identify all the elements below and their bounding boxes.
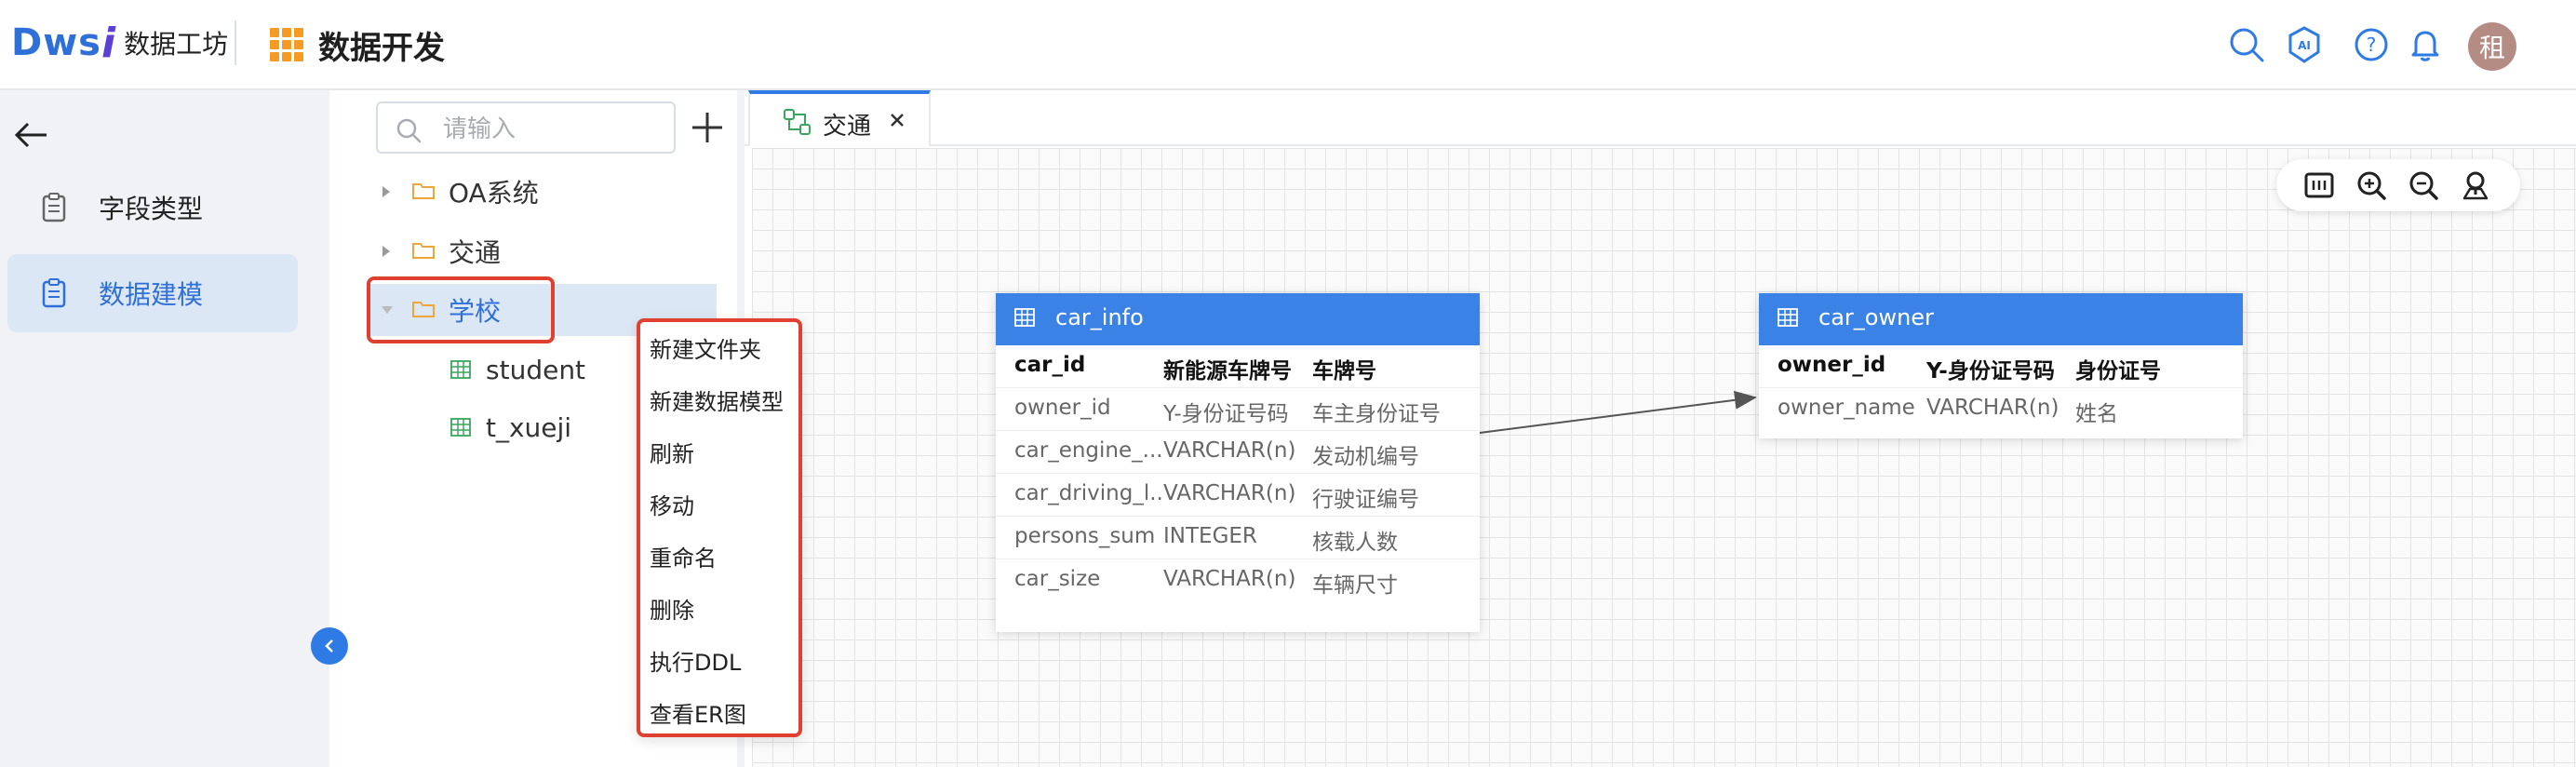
clipboard-icon xyxy=(42,193,66,222)
er-col-comment: 身份证号 xyxy=(2075,359,2161,384)
search-icon xyxy=(396,118,422,143)
menu-item-new-model[interactable]: 新建数据模型 xyxy=(650,384,784,421)
svg-text:?: ? xyxy=(2367,34,2377,56)
er-col-type: VARCHAR(n) xyxy=(1163,481,1296,505)
er-col-name: car_driving_l... xyxy=(1014,481,1163,505)
nav-item-label: 数据建模 xyxy=(99,279,204,310)
user-avatar[interactable]: 租 xyxy=(2468,22,2516,71)
er-canvas-area: 交通 car_info car_id 新能源车牌号 车牌号 owner_id Y… xyxy=(745,90,2576,767)
menu-item-execute-ddl[interactable]: 执行DDL xyxy=(650,644,741,681)
svg-text:AI: AI xyxy=(2298,39,2311,52)
app-header: Dws i 数据工坊 数据开发 AI ? 租 xyxy=(0,0,2576,90)
er-row-primary-key: owner_id Y-身份证号码 身份证号 xyxy=(1759,345,2243,388)
caret-right-icon[interactable] xyxy=(380,244,393,259)
module-title: 数据开发 xyxy=(318,30,445,67)
er-col-comment: 车主身份证号 xyxy=(1312,402,1441,426)
grid-apps-icon[interactable] xyxy=(270,28,303,61)
er-col-comment: 发动机编号 xyxy=(1312,445,1419,469)
er-col-type: VARCHAR(n) xyxy=(1163,438,1296,463)
er-row: car_size VARCHAR(n) 车辆尺寸 xyxy=(996,559,1480,602)
menu-item-new-folder[interactable]: 新建文件夹 xyxy=(650,331,761,369)
header-divider xyxy=(235,20,236,65)
menu-item-delete[interactable]: 删除 xyxy=(650,592,694,629)
folder-icon xyxy=(412,243,435,259)
caret-right-icon[interactable] xyxy=(380,184,393,199)
nav-item-data-modeling[interactable]: 数据建模 xyxy=(7,254,298,332)
tree-folder-oa[interactable]: OA系统 xyxy=(367,166,717,218)
er-row: owner_id Y-身份证号码 车主身份证号 xyxy=(996,388,1480,431)
er-col-name: owner_id xyxy=(1778,353,1886,377)
menu-item-refresh[interactable]: 刷新 xyxy=(650,436,694,473)
tree-folder-label: OA系统 xyxy=(449,178,539,209)
table-icon xyxy=(1778,308,1798,327)
app-logo[interactable]: Dws i 数据工坊 xyxy=(11,17,228,69)
context-menu: 新建文件夹 新建数据模型 刷新 移动 重命名 删除 执行DDL 查看ER图 xyxy=(637,318,802,737)
menu-item-view-er[interactable]: 查看ER图 xyxy=(650,696,746,733)
er-row: persons_sum INTEGER 核载人数 xyxy=(996,517,1480,559)
search-icon[interactable] xyxy=(2226,24,2267,65)
er-col-type: VARCHAR(n) xyxy=(1163,567,1296,591)
er-col-comment: 姓名 xyxy=(2075,402,2118,426)
tree-table-student[interactable]: student xyxy=(450,343,585,396)
er-col-comment: 核载人数 xyxy=(1312,531,1398,555)
er-col-type: 新能源车牌号 xyxy=(1163,359,1292,384)
er-col-comment: 车辆尺寸 xyxy=(1312,573,1398,598)
nav-item-field-types[interactable]: 字段类型 xyxy=(7,168,298,247)
er-col-comment: 行驶证编号 xyxy=(1312,488,1419,512)
er-row: owner_name VARCHAR(n) 姓名 xyxy=(1759,388,2243,431)
er-col-type: INTEGER xyxy=(1163,524,1257,548)
menu-item-rename[interactable]: 重命名 xyxy=(650,540,717,577)
tree-table-label: student xyxy=(486,354,586,385)
er-col-name: car_id xyxy=(1014,353,1086,377)
nav-item-label: 字段类型 xyxy=(99,194,204,224)
menu-item-move[interactable]: 移动 xyxy=(650,488,694,525)
folder-icon xyxy=(412,183,435,199)
ai-icon[interactable]: AI xyxy=(2284,24,2325,65)
er-row: car_engine_... VARCHAR(n) 发动机编号 xyxy=(996,431,1480,474)
bell-icon[interactable] xyxy=(2405,24,2446,65)
er-col-name: owner_id xyxy=(1014,396,1111,420)
tree-table-t-xueji[interactable]: t_xueji xyxy=(450,401,571,453)
er-col-name: car_engine_... xyxy=(1014,438,1163,463)
help-icon[interactable]: ? xyxy=(2351,24,2392,65)
chevron-left-icon xyxy=(325,639,333,653)
er-row: car_driving_l... VARCHAR(n) 行驶证编号 xyxy=(996,474,1480,517)
table-icon xyxy=(450,418,471,437)
tree-folder-traffic[interactable]: 交通 xyxy=(367,225,717,277)
clipboard-icon xyxy=(42,278,66,308)
er-table-name: car_info xyxy=(1055,304,1144,330)
logo-i: i xyxy=(101,19,117,67)
logo-subtitle: 数据工坊 xyxy=(124,29,229,60)
er-col-type: Y-身份证号码 xyxy=(1926,359,2055,384)
er-col-name: owner_name xyxy=(1778,396,1915,420)
er-col-type: Y-身份证号码 xyxy=(1163,402,1289,426)
er-table-header[interactable]: car_owner xyxy=(1759,293,2243,345)
tree-table-label: t_xueji xyxy=(486,411,572,443)
er-col-comment: 车牌号 xyxy=(1312,359,1376,384)
table-icon xyxy=(1014,308,1035,327)
back-arrow-icon[interactable] xyxy=(13,118,50,152)
selection-highlight xyxy=(367,276,555,343)
tree-search-input[interactable] xyxy=(443,113,666,144)
er-table-name: car_owner xyxy=(1818,304,1934,330)
er-table-car-owner[interactable]: car_owner owner_id Y-身份证号码 身份证号 owner_na… xyxy=(1759,293,2243,438)
tree-search-box[interactable] xyxy=(376,101,676,154)
left-nav: 字段类型 数据建模 xyxy=(0,90,329,767)
collapse-panel-button[interactable] xyxy=(311,627,348,665)
er-col-name: persons_sum xyxy=(1014,524,1156,548)
er-table-car-info[interactable]: car_info car_id 新能源车牌号 车牌号 owner_id Y-身份… xyxy=(996,293,1480,632)
table-icon xyxy=(450,360,471,379)
er-col-type: VARCHAR(n) xyxy=(1926,396,2059,420)
logo-text: Dws xyxy=(11,21,101,64)
er-table-header[interactable]: car_info xyxy=(996,293,1480,345)
er-col-name: car_size xyxy=(1014,567,1101,591)
add-icon[interactable] xyxy=(687,107,728,148)
tree-folder-label: 交通 xyxy=(449,237,502,268)
er-row-primary-key: car_id 新能源车牌号 车牌号 xyxy=(996,345,1480,388)
